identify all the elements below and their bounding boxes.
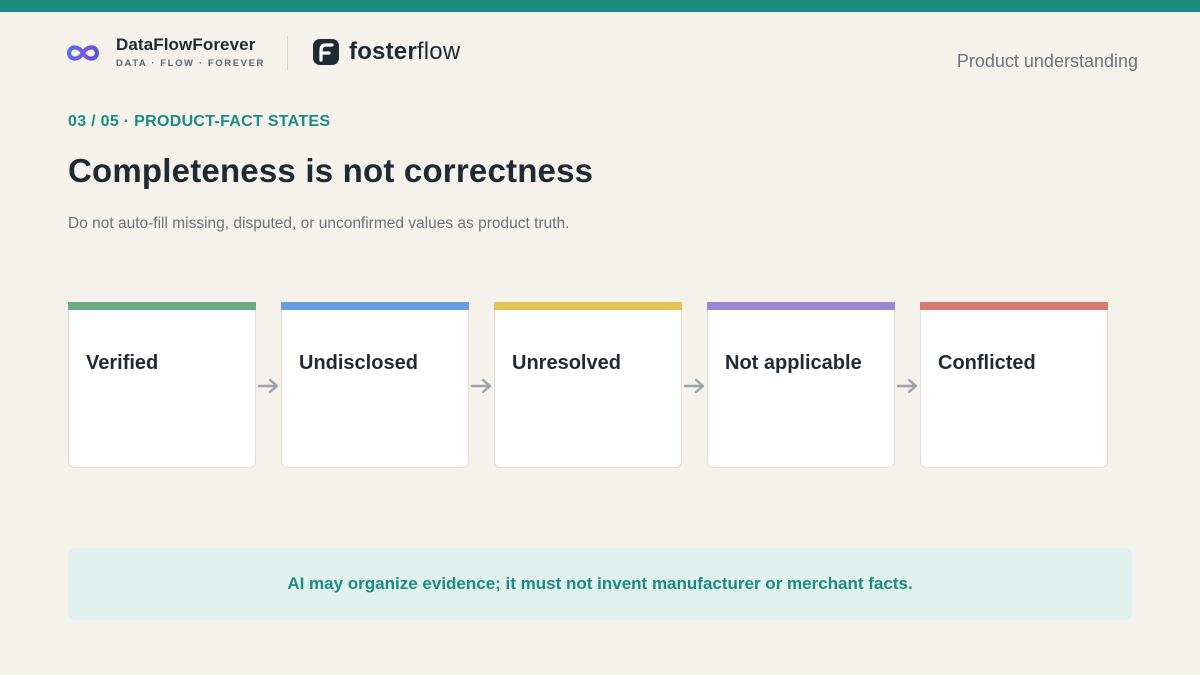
state-color-stripe bbox=[920, 302, 1108, 310]
header: DataFlowForever DATA · FLOW · FOREVER fo… bbox=[66, 34, 1138, 74]
state-card-unresolved: Unresolved bbox=[494, 302, 682, 468]
top-accent-bar bbox=[0, 0, 1200, 12]
state-card-verified: Verified bbox=[68, 302, 256, 468]
partner-name-bold: foster bbox=[349, 38, 417, 65]
arrow-right-icon bbox=[470, 378, 492, 394]
state-label: Unresolved bbox=[512, 352, 621, 374]
state-card-not-applicable: Not applicable bbox=[707, 302, 895, 468]
state-card-conflicted: Conflicted bbox=[920, 302, 1108, 468]
arrow-right-icon bbox=[896, 378, 918, 394]
state-label: Undisclosed bbox=[299, 352, 418, 374]
page-subtitle: Do not auto-fill missing, disputed, or u… bbox=[68, 215, 570, 232]
state-label: Conflicted bbox=[938, 352, 1036, 374]
state-label: Verified bbox=[86, 352, 159, 374]
state-label: Not applicable bbox=[725, 352, 862, 374]
fosterflow-logo-icon bbox=[313, 39, 339, 65]
state-color-stripe bbox=[494, 302, 682, 310]
state-color-stripe bbox=[68, 302, 256, 310]
state-card-undisclosed: Undisclosed bbox=[281, 302, 469, 468]
state-color-stripe bbox=[707, 302, 895, 310]
callout-text: AI may organize evidence; it must not in… bbox=[287, 574, 913, 593]
section-label: Product understanding bbox=[956, 51, 1138, 71]
slide-eyebrow: 03 / 05 · PRODUCT-FACT STATES bbox=[68, 113, 331, 130]
state-color-stripe bbox=[281, 302, 469, 310]
brand-tagline: DATA · FLOW · FOREVER bbox=[116, 58, 265, 69]
brand: DataFlowForever DATA · FLOW · FOREVER bbox=[66, 34, 265, 71]
arrow-right-icon bbox=[683, 378, 705, 394]
partner-name: fosterflow bbox=[349, 38, 460, 66]
header-divider bbox=[287, 36, 288, 70]
partner-logo: fosterflow bbox=[312, 38, 460, 66]
infinity-logo-icon bbox=[66, 44, 100, 61]
callout-box: AI may organize evidence; it must not in… bbox=[68, 548, 1132, 620]
partner-name-light: flow bbox=[416, 38, 461, 65]
arrow-right-icon bbox=[257, 378, 279, 394]
brand-name: DataFlowForever bbox=[116, 35, 256, 54]
page-title: Completeness is not correctness bbox=[68, 152, 594, 189]
